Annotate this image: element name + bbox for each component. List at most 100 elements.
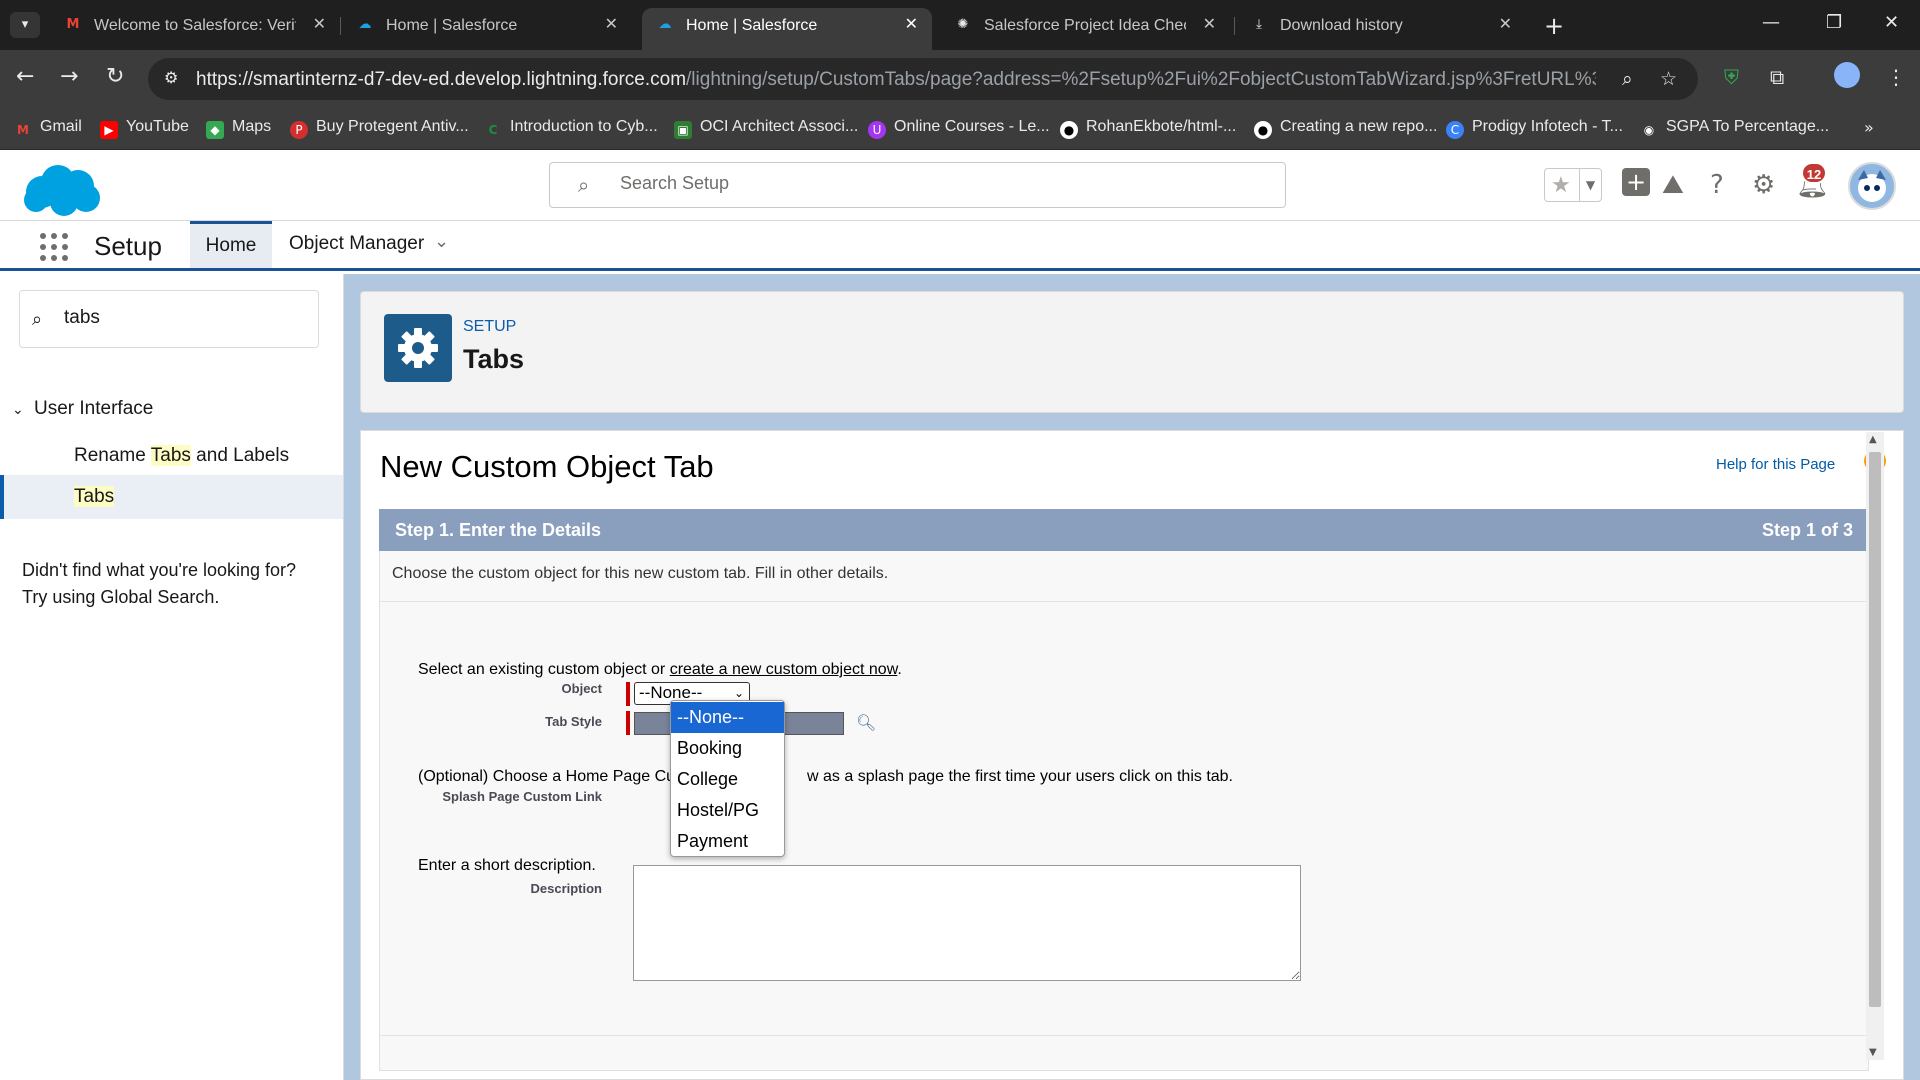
favorites-button-group[interactable]: ★ ▼ xyxy=(1544,168,1602,202)
setup-search-input[interactable] xyxy=(620,173,1220,194)
bookmark-protegent[interactable]: P Buy Protegent Antiv... xyxy=(290,118,469,139)
breadcrumb[interactable]: SETUP xyxy=(463,318,516,336)
create-custom-object-link[interactable]: create a new custom object now xyxy=(670,661,898,678)
object-dropdown-list[interactable]: --None-- Booking College Hostel/PG Payme… xyxy=(670,700,785,857)
browser-tab-gmail[interactable]: M Welcome to Salesforce: Verify y ✕ xyxy=(50,8,340,42)
tree-item-text: Rename xyxy=(74,445,151,466)
trailhead-icon[interactable]: ⛰ xyxy=(1662,170,1684,201)
scroll-up-icon[interactable]: ▲ xyxy=(1869,434,1877,445)
chevron-down-icon[interactable]: ⌄ xyxy=(434,231,449,252)
bookmark-prodigy[interactable]: C Prodigy Infotech - T... xyxy=(1446,118,1623,139)
bookmarks-overflow-icon[interactable]: » xyxy=(1864,118,1874,137)
tree-item-rename-tabs-labels[interactable]: Rename Tabs and Labels xyxy=(0,434,343,478)
prompt-text: . xyxy=(897,661,902,678)
bookmark-intro-cyber[interactable]: C Introduction to Cyb... xyxy=(484,118,658,139)
bookmark-sgpa[interactable]: ◉ SGPA To Percentage... xyxy=(1640,118,1829,139)
bookmark-label: RohanEkbote/html-... xyxy=(1086,118,1237,135)
close-icon[interactable]: ✕ xyxy=(905,14,918,33)
dropdown-option-booking[interactable]: Booking xyxy=(671,733,784,764)
description-prompt: Enter a short description. xyxy=(418,857,596,874)
bookmark-oci[interactable]: ▣ OCI Architect Associ... xyxy=(674,118,858,139)
bookmark-online-courses[interactable]: U Online Courses - Le... xyxy=(868,118,1050,139)
setup-gear-icon[interactable]: ⚙ xyxy=(1752,170,1775,200)
tree-item-tabs[interactable]: Tabs xyxy=(0,475,343,519)
quick-find-input[interactable] xyxy=(64,307,304,329)
divider xyxy=(380,1035,1868,1036)
browser-tab-home-salesforce[interactable]: ☁ Home | Salesforce ✕ xyxy=(342,8,632,42)
dropdown-option-college[interactable]: College xyxy=(671,764,784,795)
browser-menu-icon[interactable]: ⋮ xyxy=(1886,65,1906,89)
forward-icon[interactable]: → xyxy=(60,64,78,89)
bookmark-label: Online Courses - Le... xyxy=(894,118,1050,135)
page-block: Choose the custom object for this new cu… xyxy=(379,551,1869,1071)
setup-search-box[interactable]: ⌕ xyxy=(549,162,1286,208)
lookup-magnifier-icon[interactable]: 🔍︎ xyxy=(856,713,878,735)
global-actions-icon[interactable]: + xyxy=(1622,168,1650,196)
zoom-icon[interactable]: ⌕ xyxy=(1622,68,1633,90)
bookmark-gmail[interactable]: M Gmail xyxy=(14,118,82,139)
close-window-icon[interactable]: ✕ xyxy=(1884,12,1899,33)
site-info-icon[interactable]: ⚙ xyxy=(164,68,178,87)
close-icon[interactable]: ✕ xyxy=(1203,14,1216,33)
tree-group-user-interface[interactable]: ⌄ User Interface xyxy=(12,398,153,420)
search-icon: ⌕ xyxy=(32,309,43,330)
browser-tab-project-idea[interactable]: ✺ Salesforce Project Idea Check ✕ xyxy=(940,8,1230,42)
chevron-down-icon[interactable]: ⌄ xyxy=(12,402,34,418)
extensions-icon[interactable]: ⧉ xyxy=(1770,65,1784,89)
url-text[interactable]: https://smartinternz-d7-dev-ed.develop.l… xyxy=(196,69,1596,91)
help-for-page-link[interactable]: Help for this Page xyxy=(1716,456,1835,473)
search-highlight: Tabs xyxy=(150,445,191,466)
close-icon[interactable]: ✕ xyxy=(1499,14,1512,33)
bookmark-label: Introduction to Cyb... xyxy=(510,118,658,135)
bookmark-github-html[interactable]: ● RohanEkbote/html-... xyxy=(1060,118,1236,139)
step-header: Step 1. Enter the Details Step 1 of 3 xyxy=(379,509,1869,551)
profile-avatar-icon[interactable] xyxy=(1834,62,1860,88)
app-launcher-icon[interactable] xyxy=(40,233,68,261)
bookmark-label: Buy Protegent Antiv... xyxy=(316,118,469,135)
dropdown-option-payment[interactable]: Payment xyxy=(671,826,784,857)
not-found-hint: Didn't find what you're looking for? Try… xyxy=(22,557,322,611)
quick-find-box[interactable]: ⌕ xyxy=(19,290,319,348)
bookmark-label: Gmail xyxy=(40,118,82,135)
close-icon[interactable]: ✕ xyxy=(605,14,618,33)
nav-tab-home[interactable]: Home xyxy=(190,221,272,268)
browser-tab-home-salesforce-active[interactable]: ☁ Home | Salesforce ✕ xyxy=(642,8,932,50)
restore-icon[interactable]: ❐ xyxy=(1826,12,1842,33)
browser-tab-download-history[interactable]: ⤓ Download history ✕ xyxy=(1236,8,1526,42)
step-count: Step 1 of 3 xyxy=(1761,520,1853,540)
github-icon: ● xyxy=(1060,121,1078,139)
bookmark-label: SGPA To Percentage... xyxy=(1666,118,1830,135)
back-icon[interactable]: ← xyxy=(16,64,34,89)
dropdown-option-none[interactable]: --None-- xyxy=(671,702,784,733)
minimize-icon[interactable]: — xyxy=(1762,12,1780,33)
help-icon[interactable]: ? xyxy=(1710,170,1724,200)
description-textarea[interactable] xyxy=(633,865,1301,981)
new-tab-button[interactable]: + xyxy=(1544,12,1564,40)
chevron-down-icon[interactable]: ▼ xyxy=(1579,169,1601,201)
dropdown-option-hostel-pg[interactable]: Hostel/PG xyxy=(671,795,784,826)
nav-tab-object-manager[interactable]: Object Manager xyxy=(289,233,424,255)
bookmark-maps[interactable]: ◆ Maps xyxy=(206,118,271,139)
frame-scrollbar[interactable]: ▲ ▼ xyxy=(1866,432,1884,1060)
scroll-down-icon[interactable]: ▼ xyxy=(1869,1047,1877,1058)
tab-search-button[interactable]: ▾ xyxy=(10,12,40,38)
required-indicator xyxy=(626,711,630,735)
bookmark-star-icon[interactable]: ☆ xyxy=(1660,68,1677,90)
bookmark-label: Creating a new repo... xyxy=(1280,118,1438,135)
reload-icon[interactable]: ↻ xyxy=(106,64,124,89)
bookmark-youtube[interactable]: ▶ YouTube xyxy=(100,118,189,139)
address-bar[interactable]: ⚙ https://smartinternz-d7-dev-ed.develop… xyxy=(148,58,1698,100)
search-highlight: Tabs xyxy=(74,486,115,507)
salesforce-logo[interactable] xyxy=(20,162,102,218)
classic-setup-frame: New Custom Object Tab Help for this Page… xyxy=(360,430,1904,1080)
setup-tree-panel: ⌕ ⌄User Interface Rename Tabs and Labels… xyxy=(0,274,344,1080)
select-object-prompt: Select an existing custom object or crea… xyxy=(418,661,902,679)
star-icon[interactable]: ★ xyxy=(1551,173,1571,198)
bookmark-github-repo[interactable]: ● Creating a new repo... xyxy=(1254,118,1437,139)
user-avatar[interactable] xyxy=(1848,162,1896,210)
scrollbar-thumb[interactable] xyxy=(1869,452,1881,1007)
gmail-icon: M xyxy=(17,123,29,137)
close-icon[interactable]: ✕ xyxy=(313,14,326,33)
shield-extension-icon[interactable]: ⛨ xyxy=(1724,65,1739,89)
splash-page-label: Splash Page Custom Link xyxy=(442,789,602,804)
